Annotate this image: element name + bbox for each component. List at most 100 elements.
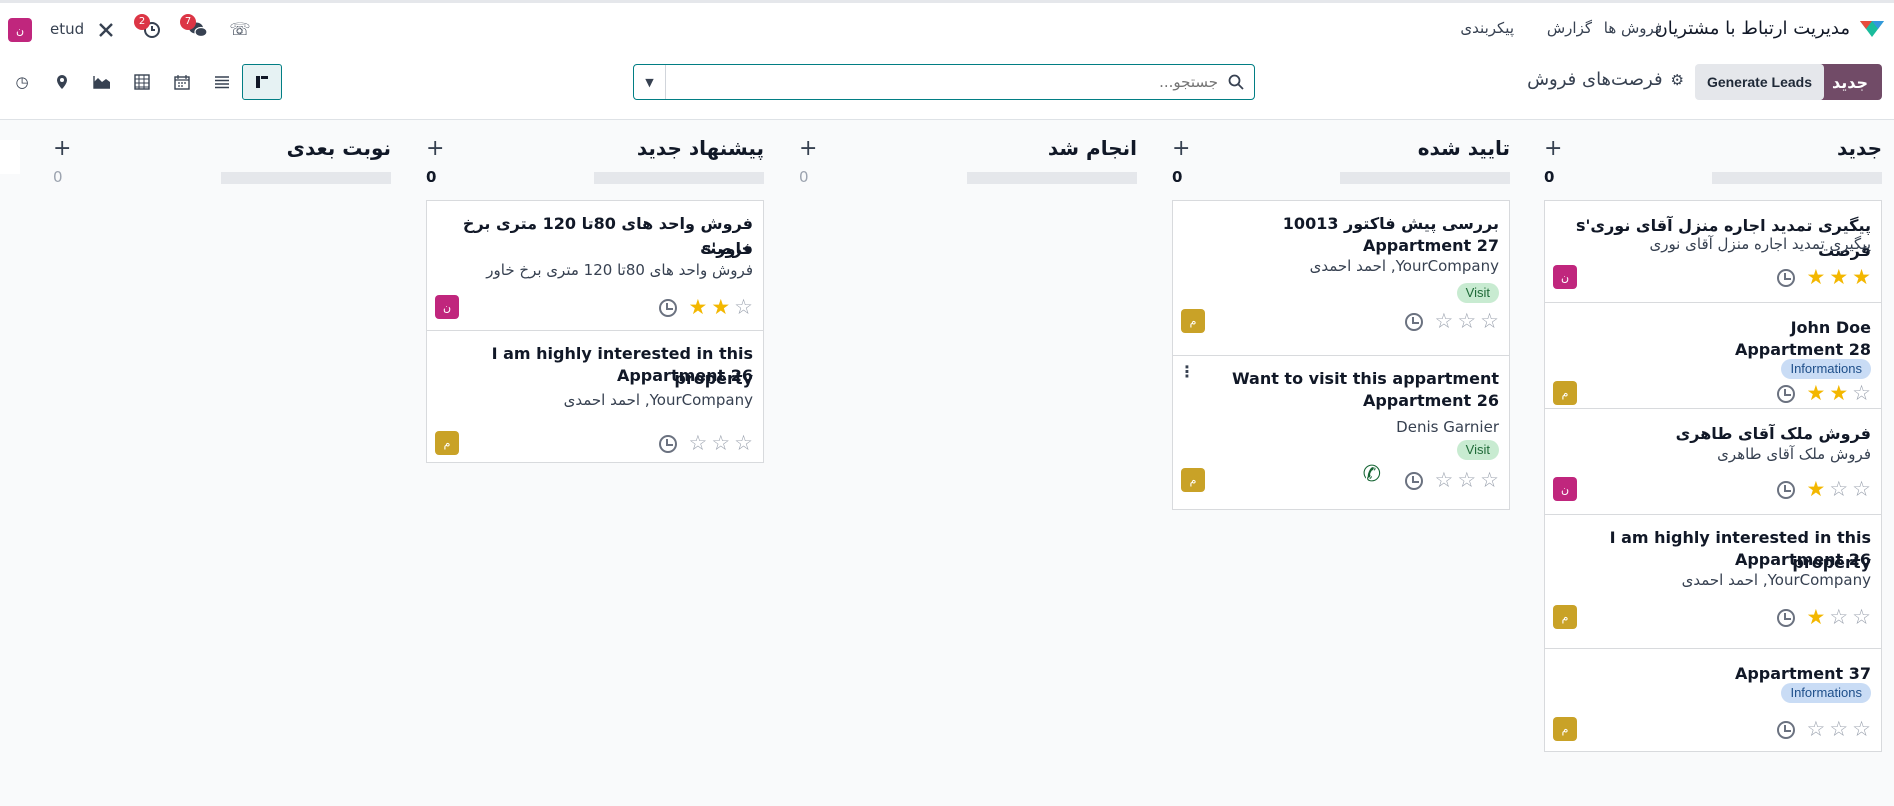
column-progress-bar[interactable]: [1712, 172, 1882, 184]
star-empty-icon[interactable]: ☆: [1457, 311, 1476, 332]
column-title[interactable]: پیشنهاد جدید: [637, 136, 764, 160]
activity-clock-icon[interactable]: [1405, 472, 1423, 490]
salesperson-avatar[interactable]: ن: [1553, 477, 1577, 501]
new-button[interactable]: جدید: [1817, 64, 1882, 100]
column-progress-bar[interactable]: [1340, 172, 1510, 184]
activities-icon[interactable]: 2: [134, 14, 164, 42]
app-brand[interactable]: مدیریت ارتباط با مشتریان: [1655, 17, 1886, 39]
generate-leads-button[interactable]: Generate Leads: [1694, 64, 1824, 100]
gear-icon[interactable]: ⚙: [1671, 71, 1684, 89]
list-view-icon[interactable]: [202, 64, 242, 100]
column-title[interactable]: جدید: [1837, 136, 1882, 160]
salesperson-avatar[interactable]: م: [1553, 717, 1577, 741]
star-empty-icon[interactable]: ☆: [734, 433, 753, 454]
plus-icon[interactable]: +: [1544, 136, 1562, 161]
star-filled-icon[interactable]: ★: [1852, 267, 1871, 288]
salesperson-avatar[interactable]: ن: [1553, 265, 1577, 289]
activity-clock-icon[interactable]: [659, 435, 677, 453]
kanban-view-icon[interactable]: [242, 64, 282, 100]
column-title[interactable]: انجام شد: [1048, 136, 1137, 160]
salesperson-avatar[interactable]: ن: [435, 295, 459, 319]
star-empty-icon[interactable]: ☆: [1480, 470, 1499, 491]
app-name[interactable]: مدیریت ارتباط با مشتریان: [1655, 18, 1850, 39]
user-name[interactable]: etud: [50, 20, 84, 38]
star-empty-icon[interactable]: ☆: [734, 297, 753, 318]
column-title[interactable]: نوبت بعدی: [287, 136, 391, 160]
page-title[interactable]: فرصت‌های فروش: [1527, 69, 1662, 90]
user-avatar[interactable]: ن: [8, 18, 32, 42]
search-options-toggle[interactable]: ▼: [634, 65, 666, 99]
activity-clock-icon[interactable]: [659, 299, 677, 317]
star-empty-icon[interactable]: ☆: [1852, 383, 1871, 404]
card-customer: پیگیری تمدید اجاره منزل آقای نوری: [1649, 235, 1871, 253]
map-view-icon[interactable]: [42, 64, 82, 100]
star-empty-icon[interactable]: ☆: [1829, 719, 1848, 740]
menu-sales[interactable]: فروش ها: [1604, 19, 1662, 37]
column-progress-bar[interactable]: [221, 172, 391, 184]
kanban-card[interactable]: فروش ملک آقای طاهری فروش ملک آقای طاهری ★ ☆…: [1544, 408, 1882, 514]
top-navbar: مدیریت ارتباط با مشتریان فروش ها گزارش پ…: [0, 0, 1894, 54]
star-empty-icon[interactable]: ☆: [1807, 719, 1826, 740]
star-filled-icon[interactable]: ★: [711, 297, 730, 318]
kanban-card[interactable]: Want to visit this appartment Appartment …: [1172, 355, 1510, 510]
kanban-card[interactable]: I am highly interested in this property A…: [1544, 514, 1882, 648]
activity-clock-icon[interactable]: [1405, 313, 1423, 331]
star-filled-icon[interactable]: ★: [1807, 479, 1826, 500]
graph-view-icon[interactable]: [82, 64, 122, 100]
kebab-menu-icon[interactable]: ⋮: [1179, 362, 1195, 381]
phone-icon[interactable]: ☏: [228, 18, 252, 42]
star-empty-icon[interactable]: ☆: [1457, 470, 1476, 491]
kanban-card[interactable]: پیگیری تمدید اجاره منزل آقای نوری's فرصت…: [1544, 200, 1882, 302]
star-filled-icon[interactable]: ★: [1807, 267, 1826, 288]
star-filled-icon[interactable]: ★: [1807, 383, 1826, 404]
star-empty-icon[interactable]: ☆: [1435, 470, 1454, 491]
plus-icon[interactable]: +: [1172, 136, 1190, 161]
column-count: 0: [799, 168, 809, 186]
calendar-view-icon[interactable]: [162, 64, 202, 100]
menu-reporting[interactable]: گزارش: [1547, 19, 1592, 37]
column-count: 0: [426, 168, 437, 186]
column-progress-bar[interactable]: [594, 172, 764, 184]
salesperson-avatar[interactable]: م: [435, 431, 459, 455]
kanban-card[interactable]: Appartment 37 Informations ☆ ☆ ☆ م: [1544, 648, 1882, 752]
column-progress-bar[interactable]: [967, 172, 1137, 184]
column-title[interactable]: تایید شده: [1418, 136, 1510, 160]
search-icon[interactable]: [1228, 74, 1244, 90]
star-empty-icon[interactable]: ☆: [1829, 607, 1848, 628]
plus-icon[interactable]: +: [426, 136, 444, 161]
star-empty-icon[interactable]: ☆: [1852, 719, 1871, 740]
salesperson-avatar[interactable]: م: [1181, 309, 1205, 333]
phone-call-icon[interactable]: ✆: [1363, 462, 1381, 487]
star-filled-icon[interactable]: ★: [689, 297, 708, 318]
tools-icon[interactable]: [94, 18, 118, 42]
star-empty-icon[interactable]: ☆: [1829, 479, 1848, 500]
pivot-view-icon[interactable]: [122, 64, 162, 100]
star-filled-icon[interactable]: ★: [1829, 383, 1848, 404]
kanban-card[interactable]: I am highly interested in this property A…: [426, 330, 764, 463]
messages-icon[interactable]: 7: [180, 14, 210, 42]
star-filled-icon[interactable]: ★: [1807, 607, 1826, 628]
star-empty-icon[interactable]: ☆: [1480, 311, 1499, 332]
salesperson-avatar[interactable]: م: [1181, 468, 1205, 492]
star-empty-icon[interactable]: ☆: [689, 433, 708, 454]
menu-configuration[interactable]: پیکربندی: [1460, 19, 1514, 37]
star-empty-icon[interactable]: ☆: [711, 433, 730, 454]
plus-icon[interactable]: +: [53, 136, 71, 161]
kanban-card[interactable]: فروش واحد های 80تا 120 متری برخ خاور's فر…: [426, 200, 764, 330]
activity-clock-icon[interactable]: [1777, 609, 1795, 627]
salesperson-avatar[interactable]: م: [1553, 381, 1577, 405]
activity-clock-icon[interactable]: [1777, 269, 1795, 287]
search-input[interactable]: [678, 65, 1218, 99]
activity-clock-icon[interactable]: [1777, 385, 1795, 403]
activity-clock-icon[interactable]: [1777, 721, 1795, 739]
kanban-card[interactable]: John Doe Appartment 28 Informations ★ ★ ☆ م: [1544, 302, 1882, 408]
star-filled-icon[interactable]: ★: [1829, 267, 1848, 288]
activity-view-icon[interactable]: ◷: [2, 64, 42, 100]
star-empty-icon[interactable]: ☆: [1852, 607, 1871, 628]
plus-icon[interactable]: +: [799, 136, 817, 161]
activity-clock-icon[interactable]: [1777, 481, 1795, 499]
star-empty-icon[interactable]: ☆: [1435, 311, 1454, 332]
star-empty-icon[interactable]: ☆: [1852, 479, 1871, 500]
kanban-card[interactable]: بررسی پیش فاکتور 10013 Appartment 27 YourC…: [1172, 200, 1510, 355]
salesperson-avatar[interactable]: م: [1553, 605, 1577, 629]
